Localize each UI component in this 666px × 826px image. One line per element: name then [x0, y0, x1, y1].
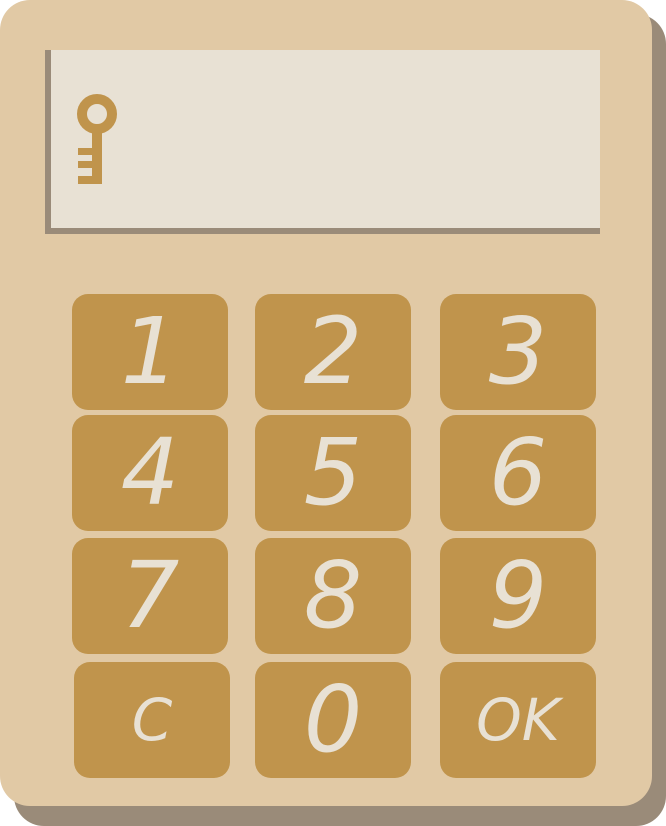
key-8-button[interactable]: 8 [255, 538, 411, 654]
key-6-button[interactable]: 6 [440, 415, 596, 531]
clear-button[interactable]: C [74, 662, 230, 778]
key-9-button[interactable]: 9 [440, 538, 596, 654]
key-5-button[interactable]: 5 [255, 415, 411, 531]
key-0-button[interactable]: 0 [255, 662, 411, 778]
ok-button[interactable]: OK [440, 662, 596, 778]
keypad-device: 1 2 3 4 5 6 7 8 9 C 0 OK [0, 0, 652, 806]
key-4-button[interactable]: 4 [72, 415, 228, 531]
keypad: 1 2 3 4 5 6 7 8 9 C 0 OK [0, 0, 652, 806]
key-7-button[interactable]: 7 [72, 538, 228, 654]
key-2-button[interactable]: 2 [255, 294, 411, 410]
key-3-button[interactable]: 3 [440, 294, 596, 410]
key-1-button[interactable]: 1 [72, 294, 228, 410]
